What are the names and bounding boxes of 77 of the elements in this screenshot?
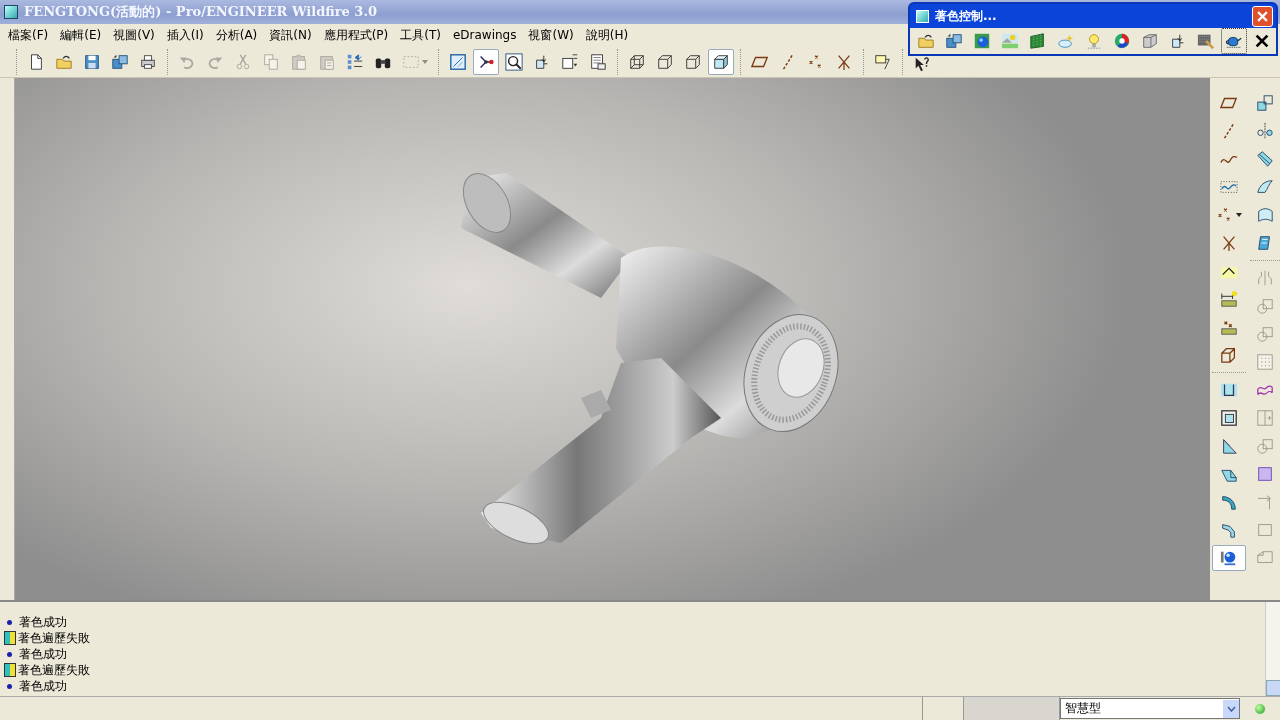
cross-ruler-icon	[1220, 318, 1238, 336]
cube-outline-icon	[684, 52, 702, 71]
copy-pages-icon	[262, 52, 280, 71]
circle-square-icon	[1256, 437, 1274, 455]
warning-icon	[4, 631, 16, 645]
bullet-icon	[7, 683, 12, 689]
boundary-patch-icon	[1256, 206, 1274, 224]
close-button[interactable]	[1252, 5, 1273, 27]
message-text: 著色成功	[19, 613, 67, 631]
document-stack-icon	[589, 52, 607, 71]
bullet-icon	[7, 619, 12, 625]
repaint-icon	[449, 52, 467, 71]
message-text: 著色遍歷失敗	[18, 661, 90, 679]
corner-arrow-icon	[1256, 493, 1274, 511]
box-icon	[1141, 31, 1159, 51]
status-light-icon	[1255, 703, 1265, 714]
dotted-wave-icon	[1220, 178, 1238, 196]
landscape-icon	[1001, 31, 1019, 51]
bent-bar-icon	[1220, 521, 1238, 539]
menu-item[interactable]: 視圖(V)	[107, 24, 161, 46]
sphere-icon	[1220, 549, 1238, 567]
note-box-icon	[874, 52, 892, 71]
labeled-box-icon	[561, 52, 579, 71]
window-icon	[4, 5, 18, 19]
menu-item[interactable]: 編輯(E)	[54, 24, 108, 46]
filled-square-icon	[1256, 465, 1274, 483]
triangle-icon	[1220, 437, 1238, 455]
chevron-down-icon	[1226, 705, 1236, 712]
scissors-icon	[234, 52, 252, 71]
brackets-icon	[1256, 269, 1274, 287]
list-arrows-icon	[346, 52, 364, 71]
color-wheel-icon	[1113, 31, 1131, 51]
menu-item[interactable]: 資訊(N)	[263, 24, 318, 46]
framed-square-icon	[1220, 409, 1238, 427]
cube-outline-icon	[656, 52, 674, 71]
toolbar-button[interactable]	[473, 48, 499, 75]
window-title: FENGTONG(活動的) - Pro/ENGINEER Wildfire 3.0	[24, 3, 377, 21]
menu-item[interactable]: 檔案(F)	[2, 24, 55, 46]
menu-item[interactable]: 分析(A)	[209, 24, 264, 46]
toolbar-button[interactable]	[708, 48, 734, 75]
axes-icon	[1220, 234, 1238, 252]
message-text: 著色成功	[19, 677, 67, 695]
menu-item[interactable]: 說明(H)	[579, 24, 635, 46]
curved-sheet-icon	[1256, 178, 1274, 196]
circle-square-icon	[1256, 297, 1274, 315]
menu-item[interactable]: 插入(I)	[160, 24, 210, 46]
sweep-icon	[1256, 150, 1274, 168]
ruler-icon	[1220, 290, 1238, 308]
window-icon	[916, 9, 929, 23]
printer-icon	[139, 52, 157, 71]
box-plus-icon	[1256, 409, 1274, 427]
clipboard-icon	[290, 52, 308, 71]
shaded-cube-icon	[712, 52, 730, 71]
palette-title: 著色控制...	[935, 7, 998, 25]
mirror-line-icon	[1256, 122, 1274, 140]
menu-item[interactable]: 工具(T)	[394, 24, 447, 46]
dot-grid-icon	[1256, 353, 1274, 371]
close-icon	[1257, 10, 1268, 22]
bullet-icon	[7, 651, 12, 657]
menu-item[interactable]: 視窗(W)	[522, 24, 580, 46]
square-outline-icon	[1256, 521, 1274, 539]
message-text: 著色遍歷失敗	[18, 629, 90, 647]
floppy-disks-icon	[945, 31, 963, 51]
menu-item[interactable]: 應用程式(P)	[317, 24, 395, 46]
magnifier-icon	[505, 52, 523, 71]
scrollbar[interactable]	[1265, 602, 1280, 696]
curved-bar-icon	[1220, 493, 1238, 511]
floppy-disks-icon	[111, 52, 129, 71]
globe-tile-icon	[973, 31, 991, 51]
menu-item[interactable]: eDrawings	[446, 26, 523, 44]
circle-square-icon	[1256, 325, 1274, 343]
filter-dropdown[interactable]: 智慧型	[1060, 698, 1240, 719]
warning-icon	[4, 663, 16, 677]
channel-icon	[1220, 381, 1238, 399]
message-text: 著色成功	[19, 645, 67, 663]
grid-tile-icon	[1029, 31, 1047, 51]
wireframe-cube-icon	[628, 52, 646, 71]
